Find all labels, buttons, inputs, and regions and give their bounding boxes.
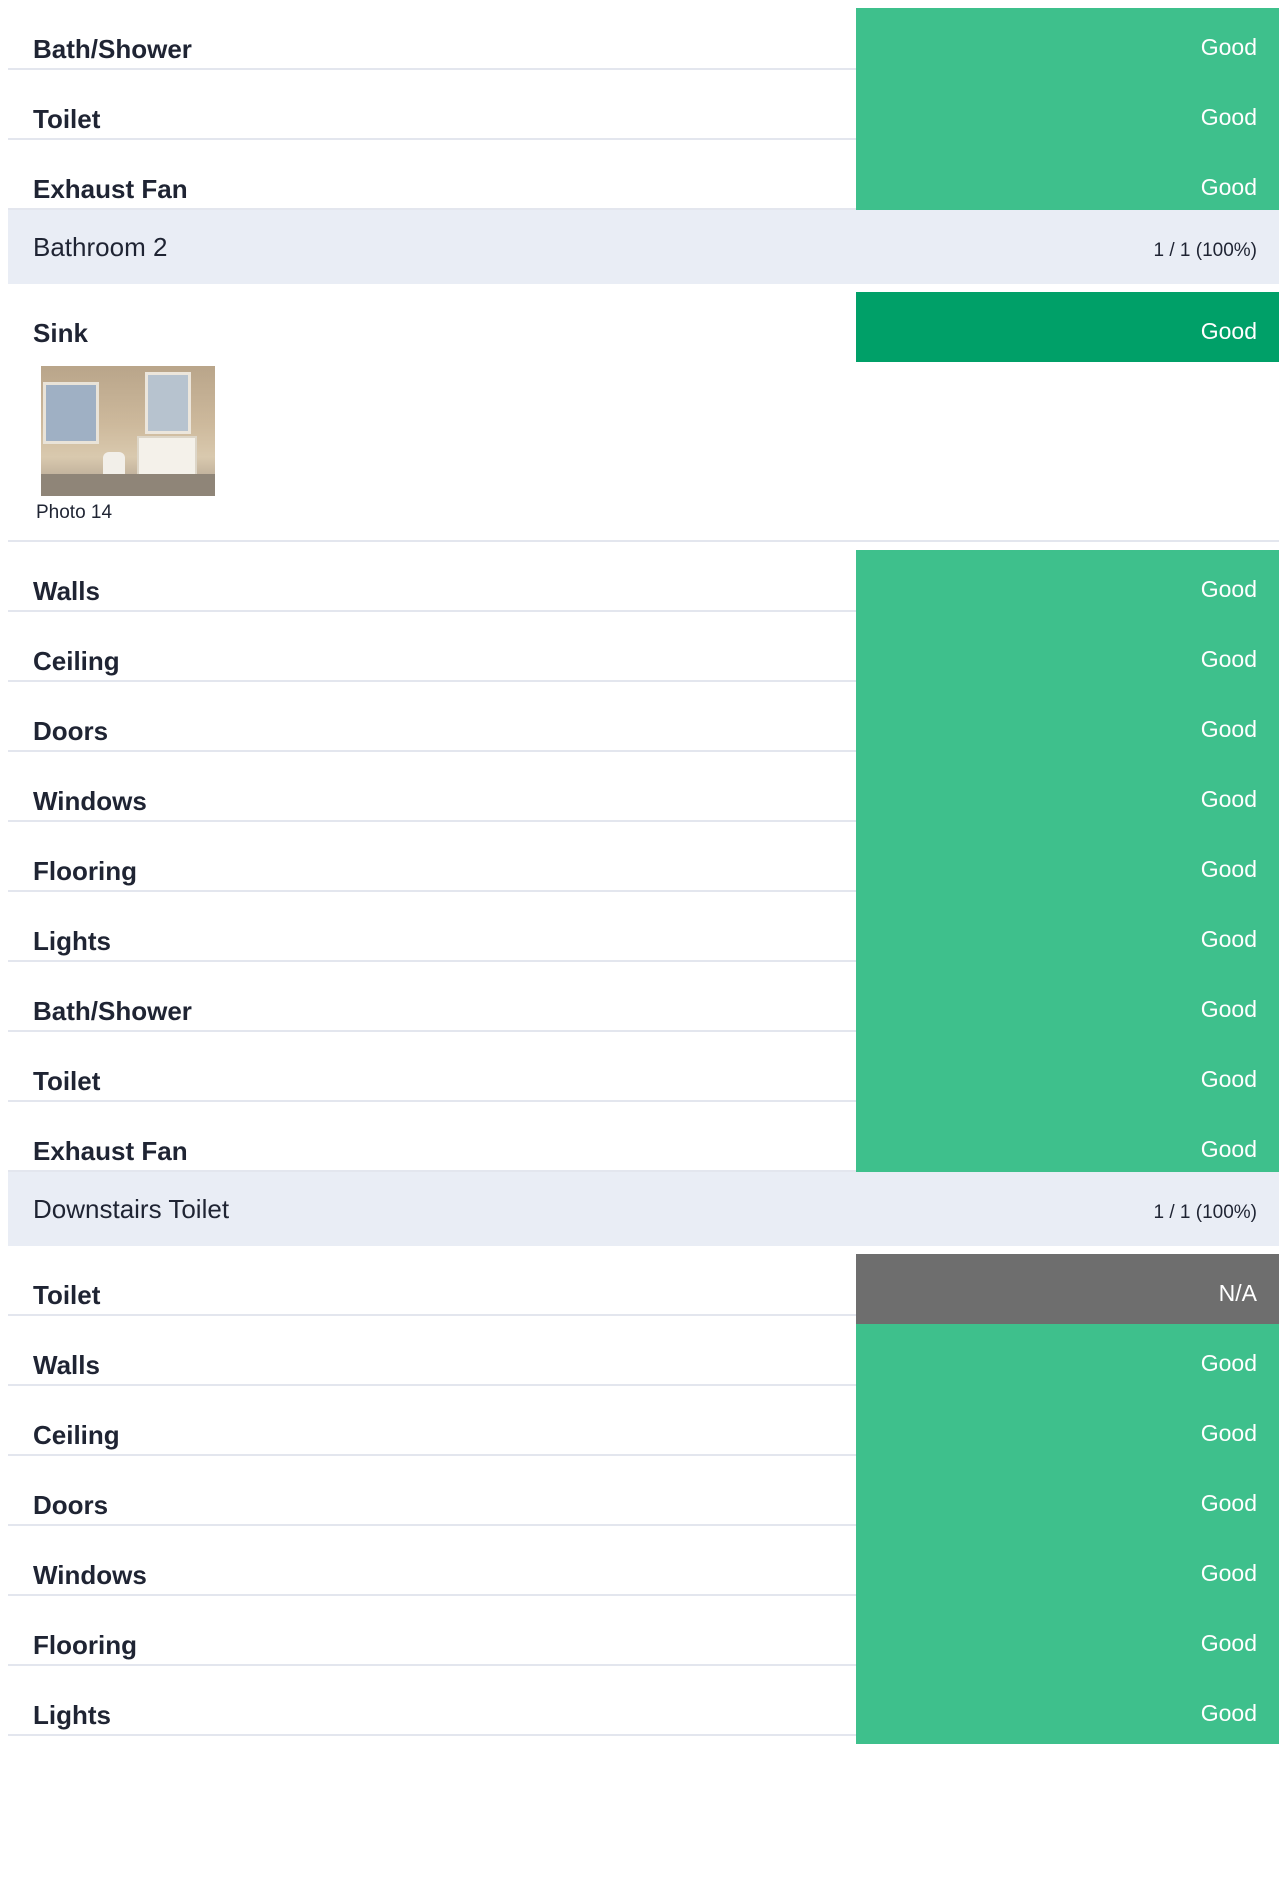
condition-badge[interactable]: Good (856, 900, 1279, 970)
condition-badge[interactable]: Good (856, 1040, 1279, 1110)
condition-badge[interactable]: Good (856, 830, 1279, 900)
item-name: Toilet (33, 1280, 101, 1310)
item-row[interactable]: Lights Good (8, 1666, 1279, 1744)
item-name: Flooring (33, 856, 137, 886)
item-name: Walls (33, 576, 100, 606)
condition-badge[interactable]: Good (856, 620, 1279, 690)
section-count: 1 / 1 (100%) (1153, 1202, 1258, 1223)
item-name: Doors (33, 716, 109, 746)
group-downstairs-toilet: Toilet N/A Walls Good Ceiling Good Doors Good Wi… (8, 1246, 1279, 1744)
item-name: Toilet (33, 1066, 101, 1096)
photo-floor (41, 474, 215, 496)
item-name: Ceiling (33, 646, 120, 676)
condition-badge[interactable]: Good (856, 1464, 1279, 1534)
item-name: Bath/Shower (33, 34, 192, 64)
condition-badge[interactable]: Good (856, 1604, 1279, 1674)
item-row[interactable]: Doors Good (8, 682, 1279, 760)
condition-badge[interactable]: Good (856, 550, 1279, 620)
item-row[interactable]: Walls Good (8, 1316, 1279, 1394)
condition-badge[interactable]: Good (856, 78, 1279, 148)
item-name: Exhaust Fan (33, 1136, 188, 1166)
item-row[interactable]: Toilet N/A (8, 1246, 1279, 1324)
item-name: Exhaust Fan (33, 174, 188, 204)
condition-badge[interactable]: Good (856, 292, 1279, 362)
item-photos: Photo 14 (8, 354, 1279, 542)
condition-badge[interactable]: Good (856, 1674, 1279, 1744)
item-row[interactable]: Exhaust Fan Good (8, 1102, 1279, 1180)
condition-badge[interactable]: Good (856, 1394, 1279, 1464)
item-name: Windows (33, 1560, 147, 1590)
group-previous-bathroom: Bath/Shower Good Toilet Good Exhaust Fan Good (8, 0, 1279, 218)
item-row[interactable]: Ceiling Good (8, 1386, 1279, 1464)
item-row[interactable]: Toilet Good (8, 70, 1279, 148)
item-row[interactable]: Flooring Good (8, 1596, 1279, 1674)
section-header-downstairs-toilet[interactable]: Downstairs Toilet 1 / 1 (100%) (8, 1172, 1279, 1246)
condition-badge[interactable]: Good (856, 970, 1279, 1040)
item-name: Toilet (33, 104, 101, 134)
item-row[interactable]: Doors Good (8, 1456, 1279, 1534)
photo-window (43, 382, 99, 444)
photo-mirror (145, 372, 191, 434)
condition-badge[interactable]: Good (856, 760, 1279, 830)
group-bathroom-2: Walls Good Ceiling Good Doors Good Windows Good… (8, 542, 1279, 1180)
section-header-bathroom-2[interactable]: Bathroom 2 1 / 1 (100%) (8, 210, 1279, 284)
inspection-report: Bath/Shower Good Toilet Good Exhaust Fan Good… (8, 0, 1279, 1744)
section-title: Bathroom 2 (33, 232, 168, 262)
item-name: Ceiling (33, 1420, 120, 1450)
item-row[interactable]: Windows Good (8, 1526, 1279, 1604)
condition-badge[interactable]: Good (856, 148, 1279, 218)
photo-thumbnail[interactable] (41, 366, 215, 496)
item-row[interactable]: Bath/Shower Good (8, 0, 1279, 78)
item-row[interactable]: Ceiling Good (8, 612, 1279, 690)
item-name: Lights (33, 1700, 111, 1730)
item-name: Walls (33, 1350, 100, 1380)
item-name: Lights (33, 926, 111, 956)
item-row[interactable]: Walls Good (8, 542, 1279, 620)
item-row[interactable]: Exhaust Fan Good (8, 140, 1279, 218)
item-row[interactable]: Toilet Good (8, 1032, 1279, 1110)
condition-badge[interactable]: Good (856, 690, 1279, 760)
condition-badge[interactable]: Good (856, 1534, 1279, 1604)
item-row-sink[interactable]: Sink Good (8, 284, 1279, 362)
condition-badge[interactable]: Good (856, 1110, 1279, 1180)
item-row[interactable]: Flooring Good (8, 822, 1279, 900)
item-row[interactable]: Bath/Shower Good (8, 962, 1279, 1040)
condition-badge[interactable]: Good (856, 1324, 1279, 1394)
condition-badge[interactable]: N/A (856, 1254, 1279, 1324)
item-row[interactable]: Lights Good (8, 892, 1279, 970)
item-name: Doors (33, 1490, 109, 1520)
section-count: 1 / 1 (100%) (1153, 240, 1258, 261)
item-name: Flooring (33, 1630, 137, 1660)
item-name: Bath/Shower (33, 996, 192, 1026)
item-name: Sink (33, 318, 88, 348)
section-title: Downstairs Toilet (33, 1194, 230, 1224)
item-name: Windows (33, 786, 147, 816)
item-row[interactable]: Windows Good (8, 752, 1279, 830)
condition-badge[interactable]: Good (856, 8, 1279, 78)
photo-caption: Photo 14 (36, 502, 113, 523)
